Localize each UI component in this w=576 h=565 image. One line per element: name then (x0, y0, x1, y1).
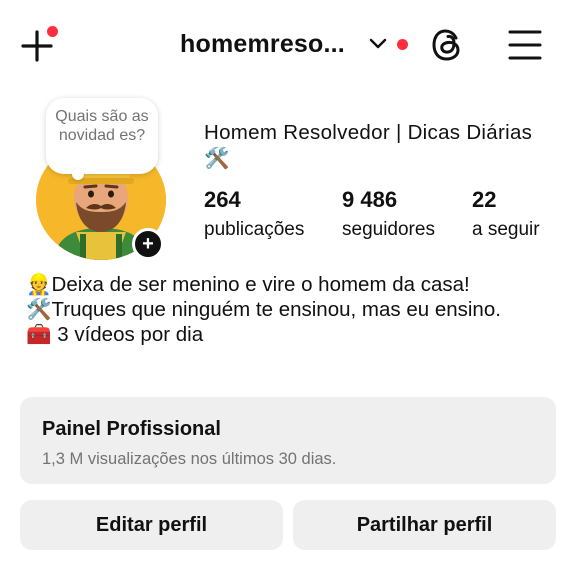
professional-dashboard-card[interactable]: Painel Profissional 1,3 M visualizações … (20, 397, 556, 484)
followers-label: seguidores (342, 219, 435, 240)
share-profile-button[interactable]: Partilhar perfil (293, 500, 556, 550)
bio-line-emoji: 👷 (26, 273, 52, 296)
display-name: Homem Resolvedor | Dicas Diárias 🛠️ (204, 120, 544, 172)
followers-stat[interactable]: 9 486 seguidores (342, 186, 435, 244)
professional-dashboard-title: Painel Profissional (42, 418, 221, 440)
note-text: Quais são as novidad es? (55, 108, 149, 144)
create-button[interactable] (20, 26, 58, 64)
menu-button[interactable] (507, 28, 543, 62)
bio-line: 🧰 3 vídeos por dia (26, 322, 556, 347)
profile-username[interactable]: homemreso... (180, 30, 345, 59)
posts-label: publicações (204, 219, 305, 240)
posts-count: 264 (204, 187, 241, 212)
bio-line-text: 3 vídeos por dia (51, 323, 204, 346)
bio-line-emoji: 🧰 (26, 323, 52, 346)
account-switcher-button[interactable] (368, 36, 388, 52)
add-story-plus: + (142, 233, 154, 255)
note-bubble[interactable]: Quais são as novidad es? (46, 98, 158, 174)
chevron-down-icon (369, 38, 387, 49)
following-stat[interactable]: 22 a seguir (472, 186, 540, 244)
posts-stat[interactable]: 264 publicações (204, 186, 304, 244)
notification-dot (47, 26, 58, 37)
hamburger-menu-icon (508, 30, 542, 60)
bio-line: 🛠️Truques que ninguém te ensinou, mas eu… (26, 297, 556, 322)
bio-line-text: Deixa de ser menino e vire o homem da ca… (51, 273, 470, 296)
bio-line-emoji: 🛠️ (26, 298, 52, 321)
display-name-text: Homem Resolvedor | Dicas Diárias (204, 121, 533, 144)
bio-line: 👷Deixa de ser menino e vire o homem da c… (26, 272, 556, 297)
followers-count: 9 486 (342, 187, 398, 212)
bio-line-text: Truques que ninguém te ensinou, mas eu e… (51, 298, 501, 321)
threads-icon (432, 29, 460, 61)
account-notification-dot (397, 39, 408, 50)
following-count: 22 (472, 187, 497, 212)
profile-bio: 👷Deixa de ser menino e vire o homem da c… (26, 272, 556, 347)
professional-dashboard-subtitle: 1,3 M visualizações nos últimos 30 dias. (42, 450, 337, 468)
following-label: a seguir (472, 219, 540, 240)
add-story-button[interactable]: + (132, 228, 164, 260)
display-name-emoji: 🛠️ (204, 147, 230, 170)
edit-profile-button[interactable]: Editar perfil (20, 500, 283, 550)
note-bubble-tail (72, 168, 84, 180)
threads-button[interactable] (430, 26, 466, 64)
top-bar: homemreso... (0, 0, 576, 90)
